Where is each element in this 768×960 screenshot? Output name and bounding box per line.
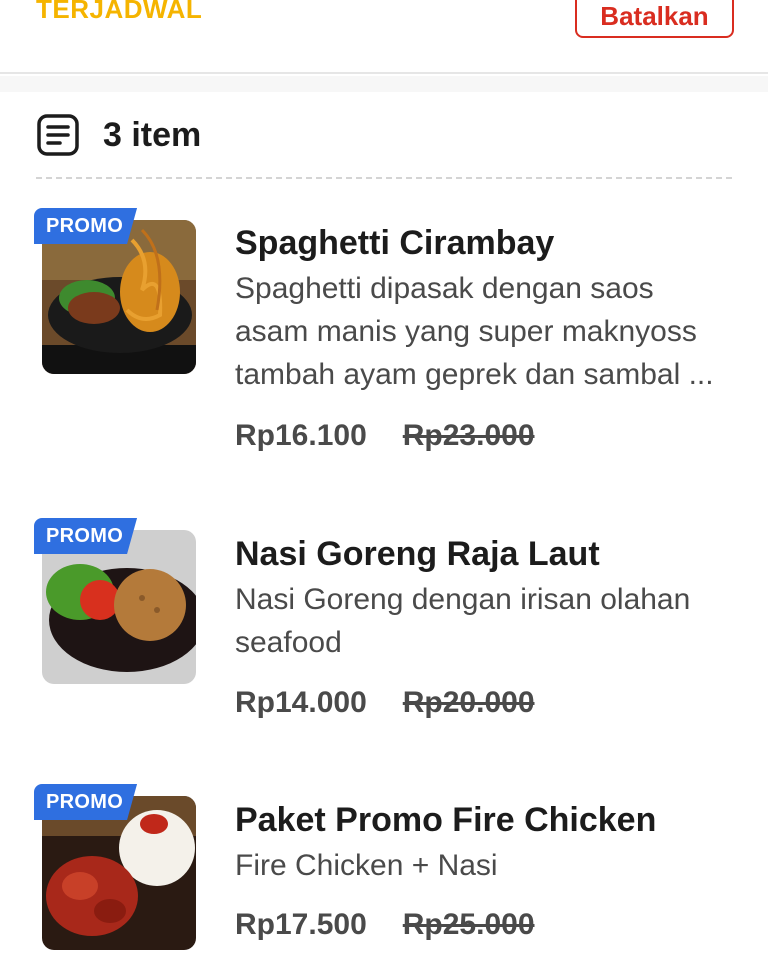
cancel-button[interactable]: Batalkan: [575, 0, 734, 38]
item-description: Nasi Goreng dengan irisan olahan seafood: [235, 583, 691, 659]
items-header: 3 item: [36, 112, 201, 158]
price-row: Rp16.100 Rp23.000: [235, 419, 535, 453]
promo-badge: PROMO: [34, 518, 137, 554]
promo-badge: PROMO: [34, 784, 137, 820]
order-status-bar: TERJADWAL Batalkan: [0, 0, 768, 74]
dashed-divider: [36, 177, 732, 179]
price-row: Rp17.500 Rp25.000: [235, 908, 535, 942]
item-name: Nasi Goreng Raja Laut: [235, 535, 600, 573]
item-price: Rp14.000: [235, 686, 367, 719]
promo-badge: PROMO: [34, 208, 137, 244]
price-row: Rp14.000 Rp20.000: [235, 686, 535, 720]
items-count: 3 item: [103, 115, 202, 154]
item-original-price: Rp23.000: [402, 419, 535, 452]
item-thumbnail: PROMO: [42, 220, 196, 374]
list-document-icon: [37, 114, 79, 156]
item-description: Spaghetti dipasak dengan saos asam manis…: [235, 272, 714, 391]
item-price: Rp17.500: [235, 908, 367, 941]
item-description: Fire Chicken + Nasi: [235, 849, 498, 882]
item-original-price: Rp25.000: [402, 908, 535, 941]
item-price: Rp16.100: [235, 419, 367, 452]
section-separator: [0, 76, 768, 92]
item-thumbnail: PROMO: [42, 530, 196, 684]
order-status-label: TERJADWAL: [36, 0, 203, 24]
item-thumbnail: PROMO: [42, 796, 196, 950]
item-name: Paket Promo Fire Chicken: [235, 801, 657, 839]
item-original-price: Rp20.000: [402, 686, 535, 719]
item-name: Spaghetti Cirambay: [235, 224, 555, 262]
